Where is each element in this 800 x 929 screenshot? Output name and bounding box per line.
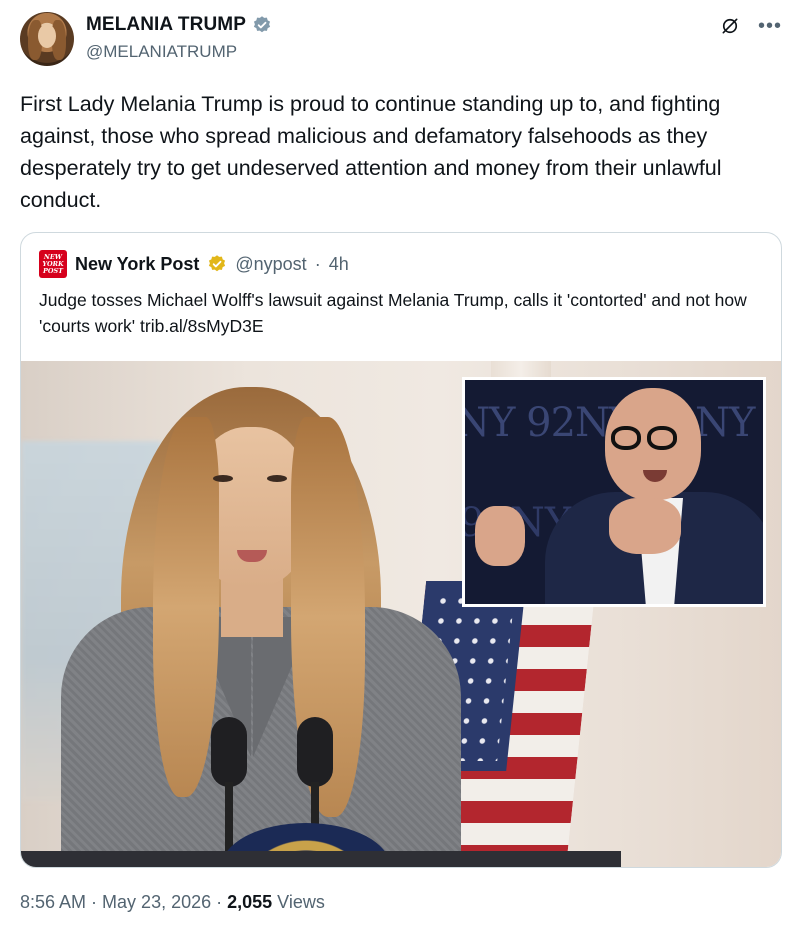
- quoted-separator: ·: [314, 253, 321, 274]
- tweet-time[interactable]: 8:56 AM: [20, 892, 86, 912]
- tweet-header: MELANIA TRUMP @MELANIATRUMP •••: [20, 12, 790, 68]
- tweet-date[interactable]: May 23, 2026: [102, 892, 211, 912]
- gold-verified-badge-icon: [209, 255, 226, 272]
- woman-at-podium: [61, 387, 461, 867]
- meta-separator: ·: [211, 892, 228, 912]
- quoted-tweet-image[interactable]: NY 92NY 92NY 92 92NY: [21, 361, 781, 867]
- quoted-tweet-text: Judge tosses Michael Wolff's lawsuit aga…: [39, 290, 747, 336]
- author-display-name[interactable]: MELANIA TRUMP: [86, 14, 246, 36]
- quoted-author-name[interactable]: New York Post: [75, 254, 199, 275]
- views-label: Views: [272, 892, 325, 912]
- nypost-logo: NEW YORK POST: [39, 250, 67, 278]
- author-handle[interactable]: @MELANIATRUMP: [86, 42, 237, 62]
- meta-separator: ·: [86, 892, 103, 912]
- author-avatar[interactable]: [20, 12, 74, 66]
- quoted-author-handle[interactable]: @nypost: [235, 254, 306, 275]
- quoted-tweet-header: NEW YORK POST New York Post @nypost · 4h: [39, 249, 349, 279]
- verified-badge-icon: [253, 16, 271, 33]
- inset-photo-man: NY 92NY 92NY 92 92NY: [462, 377, 766, 607]
- author-name-row: MELANIA TRUMP: [86, 14, 272, 36]
- top-actions: •••: [720, 16, 782, 36]
- grok-icon[interactable]: [720, 16, 740, 36]
- tweet-text: First Lady Melania Trump is proud to con…: [20, 92, 722, 212]
- quoted-time[interactable]: 4h: [329, 254, 349, 275]
- views-count: 2,055: [227, 892, 273, 912]
- tweet-meta: 8:56 AM · May 23, 2026 · 2,055 Views: [20, 892, 325, 913]
- more-icon[interactable]: •••: [758, 16, 782, 36]
- quoted-tweet[interactable]: NEW YORK POST New York Post @nypost · 4h J…: [20, 232, 782, 868]
- podium: [21, 851, 621, 867]
